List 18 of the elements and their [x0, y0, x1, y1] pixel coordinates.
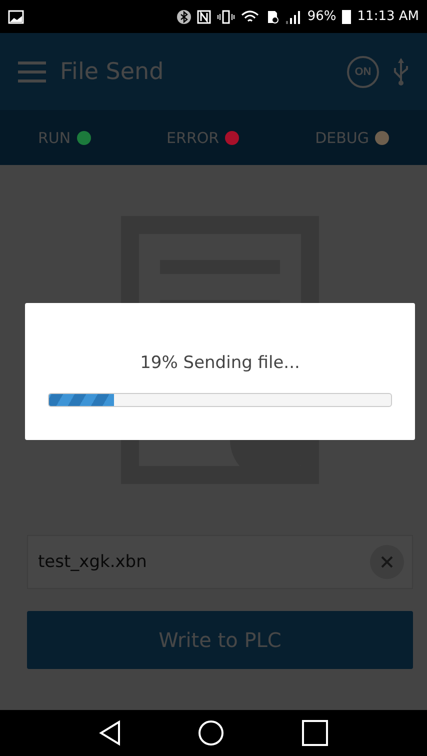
home-icon[interactable] — [198, 720, 224, 746]
signal-icon — [285, 10, 302, 24]
wifi-icon — [241, 10, 260, 24]
indicator-label: RUN — [38, 128, 71, 146]
indicator-label: DEBUG — [315, 128, 369, 146]
clock: 11:13 AM — [357, 9, 419, 24]
screen-title: File Send — [60, 58, 165, 84]
battery-percent: 96% — [307, 9, 336, 24]
indicator-label: ERROR — [166, 128, 220, 146]
progress-message: 19% Sending file... — [140, 353, 300, 373]
back-icon[interactable] — [98, 720, 121, 746]
nfc-icon — [197, 10, 212, 24]
vibrate-icon — [217, 10, 236, 24]
recents-icon[interactable] — [302, 720, 328, 746]
battery-icon — [342, 9, 352, 24]
bluetooth-icon — [177, 10, 192, 24]
image-icon — [8, 10, 24, 24]
sd-card-icon — [265, 10, 280, 24]
